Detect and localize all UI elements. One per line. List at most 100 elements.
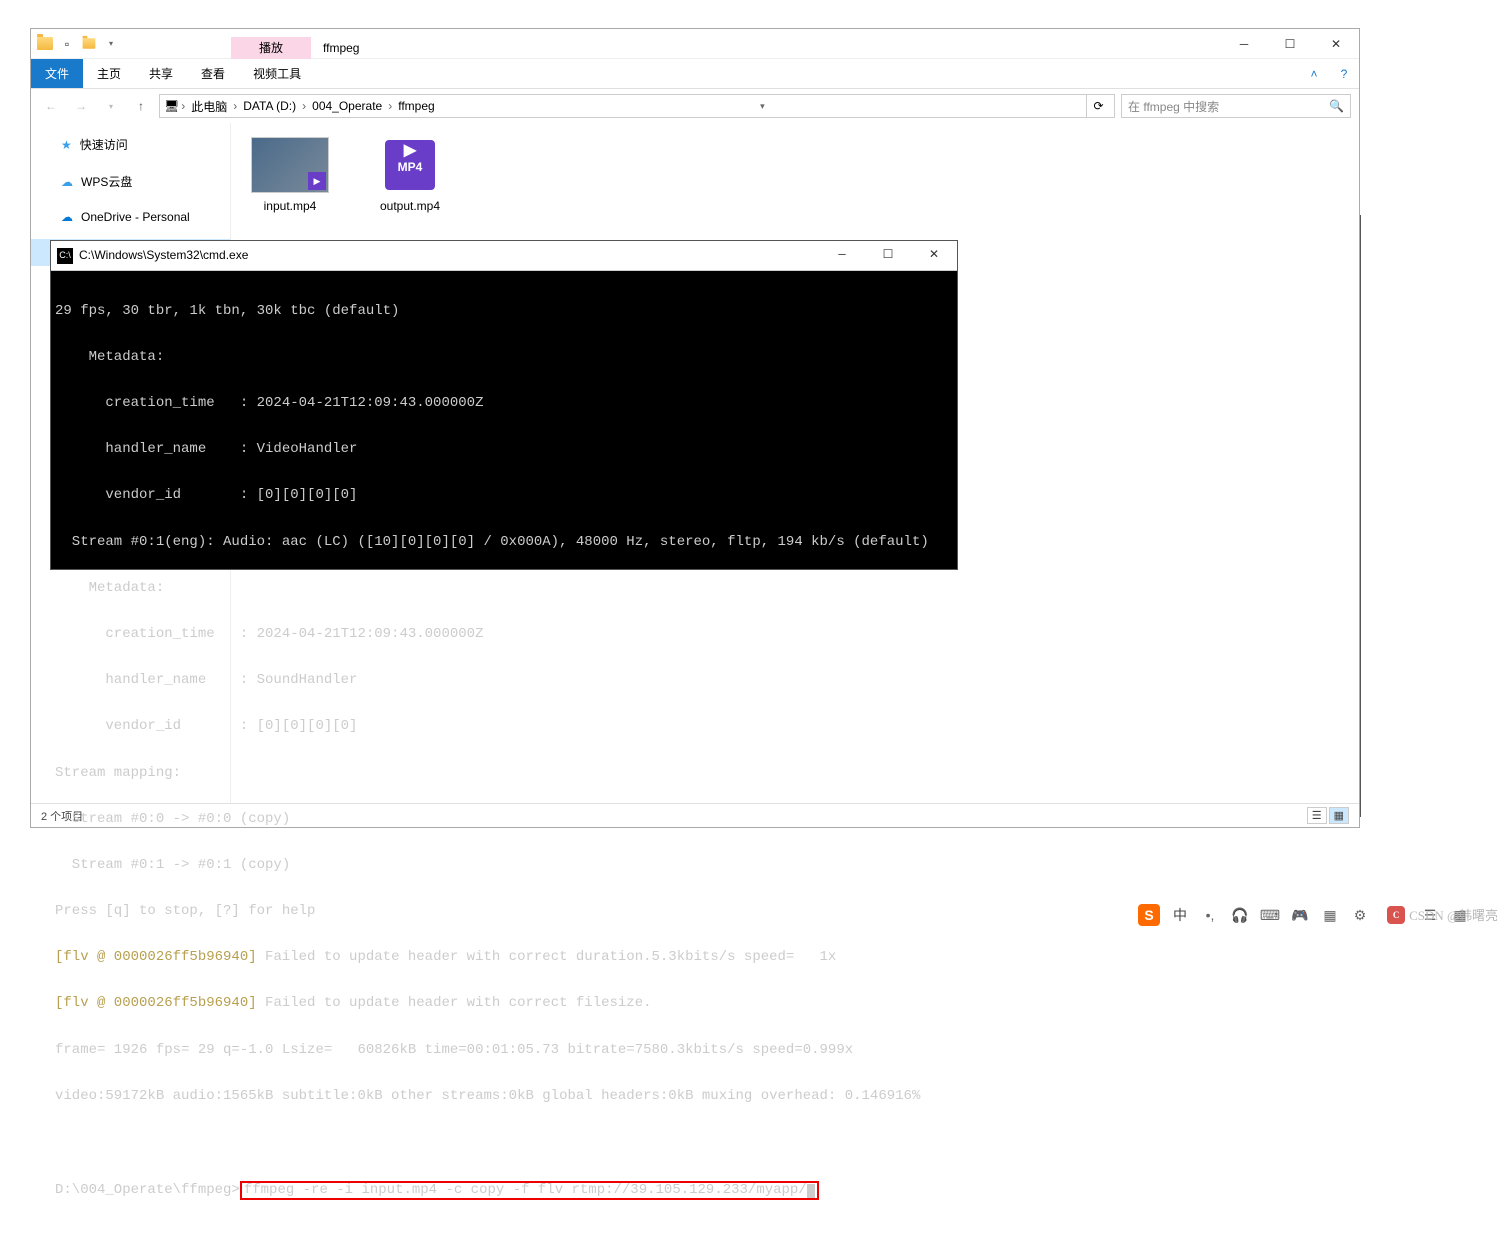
properties-icon[interactable]: ▫	[57, 34, 77, 54]
terminal-warning: [flv @ 0000026ff5b96940] Failed to updat…	[55, 950, 953, 965]
apps-icon[interactable]: ▦	[1320, 905, 1340, 925]
terminal-line: 29 fps, 30 tbr, 1k tbn, 30k tbc (default…	[55, 304, 953, 319]
nav-forward-button[interactable]: →	[69, 94, 93, 118]
ribbon-tab-home[interactable]: 主页	[83, 59, 135, 88]
cmd-window-1: C:\ C:\Windows\System32\cmd.exe ─ ☐ ✕ 29…	[50, 240, 958, 570]
onedrive-icon	[61, 210, 73, 224]
maximize-button[interactable]: ☐	[865, 241, 911, 271]
terminal-line: Press [q] to stop, [?] for help	[55, 904, 953, 919]
terminal-line: Stream mapping:	[55, 766, 953, 781]
terminal-line: vendor_id : [0][0][0][0]	[55, 488, 953, 503]
breadcrumb[interactable]: 此电脑	[187, 98, 231, 115]
nav-up-button[interactable]: ↑	[129, 94, 153, 118]
ribbon-tab-view[interactable]: 查看	[187, 59, 239, 88]
terminal-line: handler_name : SoundHandler	[55, 673, 953, 688]
address-row: ← → ▾ ↑ 🖥 › 此电脑 › DATA (D:) › 004_Operat…	[31, 89, 1359, 123]
chevron-right-icon[interactable]: ›	[388, 99, 392, 113]
file-item[interactable]: ▶MP4 output.mp4	[365, 137, 455, 213]
cursor	[807, 1184, 815, 1198]
terminal-line: vendor_id : [0][0][0][0]	[55, 719, 953, 734]
breadcrumb[interactable]: 004_Operate	[308, 99, 386, 113]
sidebar-item-quick-access[interactable]: ★ 快速访问	[31, 131, 230, 158]
sidebar-item-label: OneDrive - Personal	[81, 210, 190, 224]
video-thumbnail: ▶	[251, 137, 329, 193]
breadcrumb[interactable]: DATA (D:)	[239, 99, 300, 113]
chevron-right-icon[interactable]: ›	[233, 99, 237, 113]
ribbon-tab-video[interactable]: 视频工具	[239, 59, 315, 88]
terminal-line: handler_name : VideoHandler	[55, 442, 953, 457]
minimize-button[interactable]: ─	[819, 241, 865, 271]
ime-punct-icon[interactable]: •,	[1200, 905, 1220, 925]
view-details-icon[interactable]: ☰	[1307, 807, 1327, 824]
mp4-icon: ▶MP4	[371, 137, 449, 193]
sidebar-item-label: 快速访问	[80, 136, 128, 153]
terminal-line: video:59172kB audio:1565kB subtitle:0kB …	[55, 1089, 953, 1104]
maximize-button[interactable]: ☐	[1267, 29, 1313, 59]
terminal-line: creation_time : 2024-04-21T12:09:43.0000…	[55, 627, 953, 642]
terminal-title: C:\Windows\System32\cmd.exe	[79, 249, 248, 262]
ribbon-tab-share[interactable]: 共享	[135, 59, 187, 88]
search-placeholder: 在 ffmpeg 中搜索	[1128, 98, 1219, 115]
breadcrumb[interactable]: ffmpeg	[394, 99, 438, 113]
terminal-line: Stream #0:0 -> #0:0 (copy)	[55, 812, 953, 827]
terminal-line	[55, 1135, 953, 1150]
close-button[interactable]: ✕	[1313, 29, 1359, 59]
terminal-line: Stream #0:1(eng): Audio: aac (LC) ([10][…	[55, 535, 953, 550]
new-folder-icon[interactable]	[79, 34, 99, 54]
ribbon-tab-file[interactable]: 文件	[31, 59, 83, 88]
folder-icon[interactable]	[35, 34, 55, 54]
csdn-watermark: C CSDN @韩曙亮	[1387, 905, 1498, 924]
csdn-logo-icon: C	[1387, 906, 1405, 924]
gamepad-icon[interactable]: 🎮	[1290, 905, 1310, 925]
quick-access-toolbar: ▫ ▾	[31, 34, 121, 54]
terminal-line: Metadata:	[55, 350, 953, 365]
context-tab-play[interactable]: 播放	[231, 37, 311, 59]
watermark-text: CSDN @韩曙亮	[1409, 905, 1498, 924]
highlighted-command: ffmpeg -re -i input.mp4 -c copy -f flv r…	[240, 1181, 819, 1200]
file-label: output.mp4	[365, 199, 455, 213]
star-icon: ★	[61, 138, 72, 152]
ime-lang-icon[interactable]: 中	[1170, 905, 1190, 925]
contextual-tabs: 播放 ffmpeg	[231, 29, 371, 59]
close-button[interactable]: ✕	[911, 241, 957, 271]
chevron-right-icon[interactable]: ›	[181, 99, 185, 113]
nav-recent-dropdown[interactable]: ▾	[99, 94, 123, 118]
cloud-icon	[61, 175, 73, 189]
terminal-line: creation_time : 2024-04-21T12:09:43.0000…	[55, 396, 953, 411]
explorer-titlebar: ▫ ▾ 播放 ffmpeg ─ ☐ ✕	[31, 29, 1359, 59]
terminal-titlebar[interactable]: C:\ C:\Windows\System32\cmd.exe ─ ☐ ✕	[51, 241, 957, 271]
file-item[interactable]: ▶ input.mp4	[245, 137, 335, 213]
sidebar-item-onedrive[interactable]: OneDrive - Personal	[31, 205, 230, 229]
pc-icon: 🖥	[164, 99, 179, 113]
help-icon[interactable]: ?	[1329, 59, 1359, 88]
qat-dropdown-icon[interactable]: ▾	[101, 34, 121, 54]
chevron-right-icon[interactable]: ›	[302, 99, 306, 113]
terminal-line: Stream #0:1 -> #0:1 (copy)	[55, 858, 953, 873]
address-bar[interactable]: 🖥 › 此电脑 › DATA (D:) › 004_Operate › ffmp…	[159, 94, 1115, 118]
play-icon: ▶	[308, 172, 326, 190]
terminal-prompt-line: D:\004_Operate\ffmpeg>ffmpeg -re -i inpu…	[55, 1181, 953, 1200]
keyboard-icon[interactable]: ⌨	[1260, 905, 1280, 925]
view-icons-icon[interactable]: ▦	[1329, 807, 1349, 824]
refresh-icon[interactable]: ⟳	[1086, 94, 1110, 118]
search-input[interactable]: 在 ffmpeg 中搜索 🔍	[1121, 94, 1351, 118]
sidebar-item-wps[interactable]: WPS云盘	[31, 168, 230, 195]
file-label: input.mp4	[245, 199, 335, 213]
address-dropdown-icon[interactable]: ▾	[750, 94, 774, 118]
window-controls: ─ ☐ ✕	[1221, 29, 1359, 59]
headphone-icon[interactable]: 🎧	[1230, 905, 1250, 925]
minimize-button[interactable]: ─	[1221, 29, 1267, 59]
window-title: ffmpeg	[311, 37, 371, 59]
terminal-warning: [flv @ 0000026ff5b96940] Failed to updat…	[55, 996, 953, 1011]
ribbon: 文件 主页 共享 查看 视频工具 ˄ ?	[31, 59, 1359, 89]
terminal-line: frame= 1926 fps= 29 q=-1.0 Lsize= 60826k…	[55, 1043, 953, 1058]
sogou-ime-icon[interactable]: S	[1138, 904, 1160, 926]
sidebar-item-label: WPS云盘	[81, 173, 132, 190]
ribbon-expand-icon[interactable]: ˄	[1299, 59, 1329, 88]
settings-icon[interactable]: ⚙	[1350, 905, 1370, 925]
cmd-icon: C:\	[57, 248, 73, 264]
terminal-line: Metadata:	[55, 581, 953, 596]
terminal-body[interactable]: 29 fps, 30 tbr, 1k tbn, 30k tbc (default…	[51, 271, 957, 1233]
search-icon[interactable]: 🔍	[1329, 99, 1344, 113]
nav-back-button[interactable]: ←	[39, 94, 63, 118]
